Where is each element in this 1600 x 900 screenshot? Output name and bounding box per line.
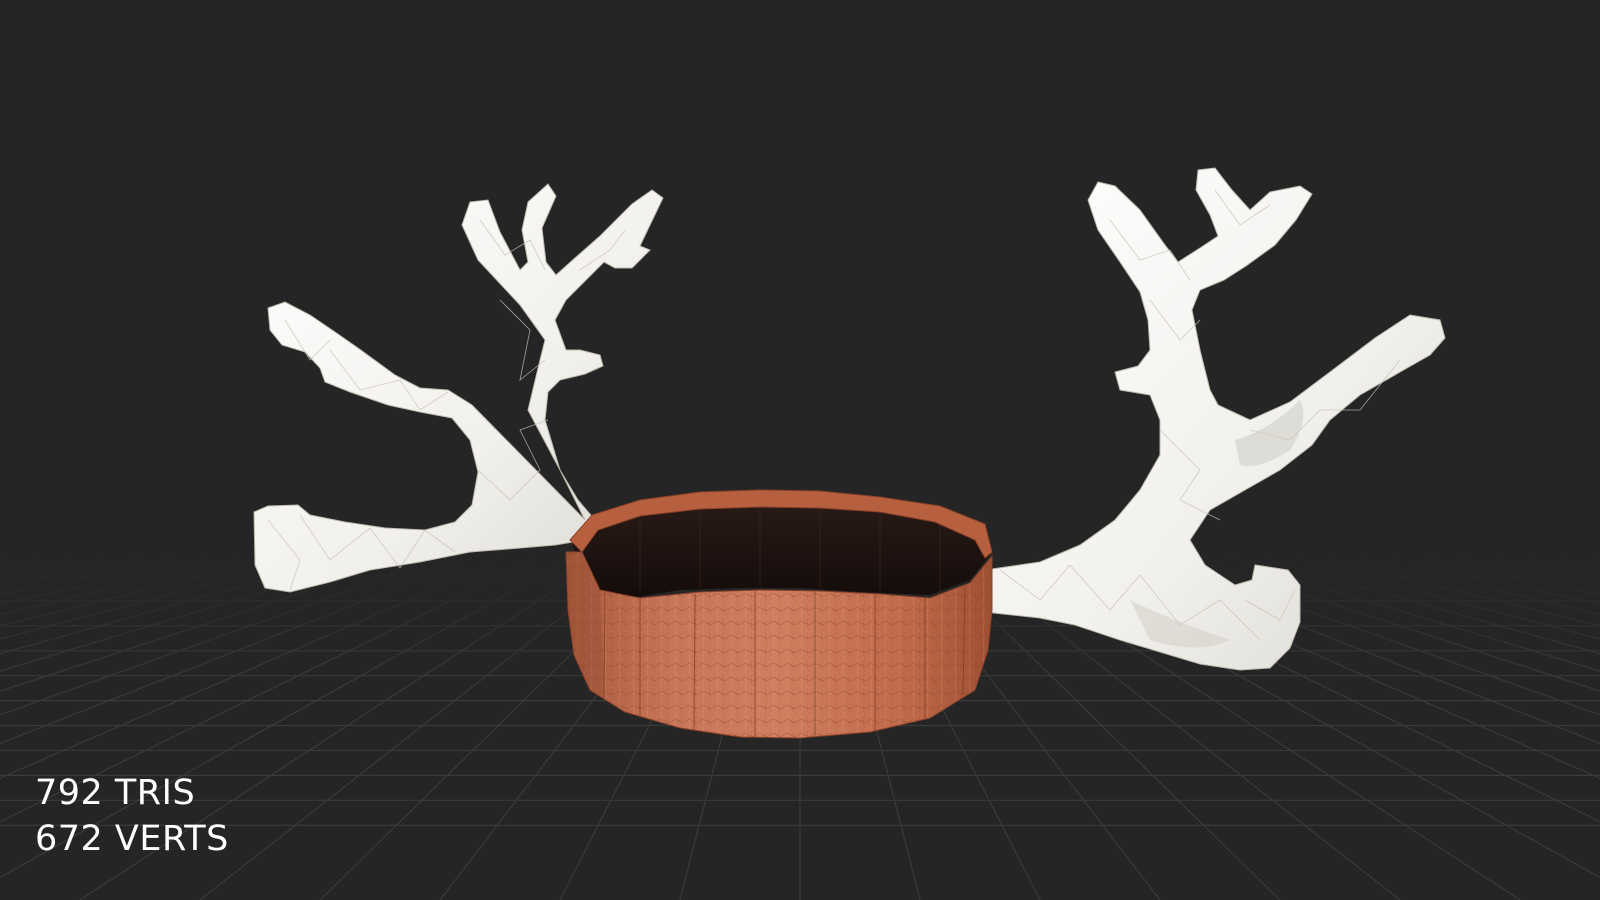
3d-viewport[interactable]: 792 TRIS 672 VERTS — [0, 0, 1600, 900]
triangle-count: 792 TRIS — [35, 773, 196, 813]
mesh-stats-overlay: 792 TRIS 672 VERTS — [35, 770, 229, 862]
leather-headband[interactable] — [565, 489, 993, 739]
scene-canvas[interactable] — [0, 0, 1600, 900]
vertex-count: 672 VERTS — [35, 819, 229, 859]
